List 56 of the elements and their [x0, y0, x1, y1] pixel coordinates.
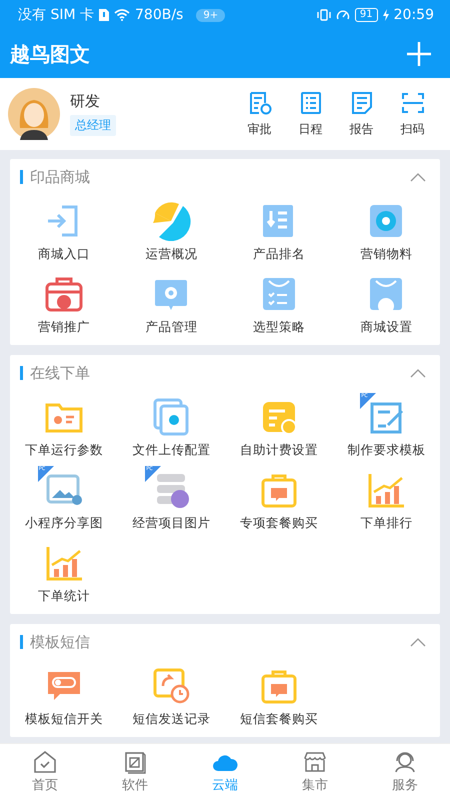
role-tag: 总经理 — [70, 115, 116, 136]
feature-item[interactable]: 产品管理 — [118, 268, 225, 341]
quick-action[interactable]: 报告 — [336, 90, 387, 138]
message-clock-icon — [151, 666, 192, 706]
section-title: 印品商城 — [30, 168, 91, 186]
quick-action[interactable]: 日程 — [285, 90, 336, 138]
tab-item[interactable]: 软件 — [90, 744, 180, 800]
feature-item[interactable]: 短信套餐购买 — [225, 660, 332, 733]
home-icon — [32, 750, 58, 774]
schedule-icon — [298, 90, 322, 114]
collapse-icon[interactable] — [410, 368, 426, 378]
feature-item[interactable]: 运营概况 — [118, 195, 225, 268]
feature-item[interactable]: 短信发送记录 — [118, 660, 225, 733]
feature-item[interactable]: 营销物料 — [332, 195, 440, 268]
feature-item[interactable]: 商城设置 — [332, 268, 440, 341]
support-icon — [392, 750, 418, 774]
feature-item[interactable]: 营销推广 — [10, 268, 118, 341]
tab-item[interactable]: 服务 — [360, 744, 450, 800]
shop-icon — [302, 750, 328, 774]
feature-item[interactable]: 选型策略 — [225, 268, 332, 341]
user-name: 研发 — [70, 92, 100, 111]
charging-icon — [382, 9, 389, 21]
quick-action[interactable]: 扫码 — [387, 90, 438, 138]
approval-icon — [248, 90, 272, 114]
feature-item[interactable]: 文件上传配置 — [118, 391, 225, 464]
feature-item[interactable]: 专项套餐购买 — [225, 464, 332, 537]
scan-icon — [400, 90, 424, 114]
feature-item[interactable]: 下单统计 — [10, 537, 118, 610]
clock-time: 20:59 — [394, 7, 434, 23]
sim-alert-icon — [99, 9, 109, 21]
battery-level: 91 — [354, 8, 378, 22]
pie-chart-icon — [151, 201, 192, 241]
feature-item[interactable]: 下单排行 — [332, 464, 440, 537]
feature-item[interactable]: 下单运行参数 — [10, 391, 118, 464]
wifi-icon — [114, 9, 130, 21]
quick-action[interactable]: 审批 — [234, 90, 285, 138]
vibrate-icon — [316, 9, 331, 21]
app-title: 越鸟图文 — [10, 40, 90, 68]
network-speed: 780B/s — [135, 7, 184, 23]
section-title: 在线下单 — [30, 364, 91, 382]
report-icon — [350, 90, 374, 114]
section-title: 模板短信 — [30, 632, 91, 652]
tab-item[interactable]: 集市 — [270, 744, 360, 800]
carrier-text: 没有 SIM 卡 — [18, 6, 94, 24]
speedometer-icon — [336, 9, 350, 21]
avatar-icon[interactable] — [8, 88, 60, 140]
feature-item[interactable]: 模板短信开关 — [10, 660, 118, 733]
notification-count: 9+ — [196, 8, 226, 22]
collapse-icon[interactable] — [410, 172, 426, 182]
tab-item[interactable]: 首页 — [0, 744, 90, 800]
feature-item[interactable]: 商城入口 — [10, 195, 118, 268]
software-icon — [122, 750, 148, 774]
feature-item[interactable]: 产品排名 — [225, 195, 332, 268]
feature-item[interactable]: 自助计费设置 — [225, 391, 332, 464]
collapse-icon[interactable] — [410, 638, 426, 646]
add-icon[interactable] — [406, 41, 432, 67]
